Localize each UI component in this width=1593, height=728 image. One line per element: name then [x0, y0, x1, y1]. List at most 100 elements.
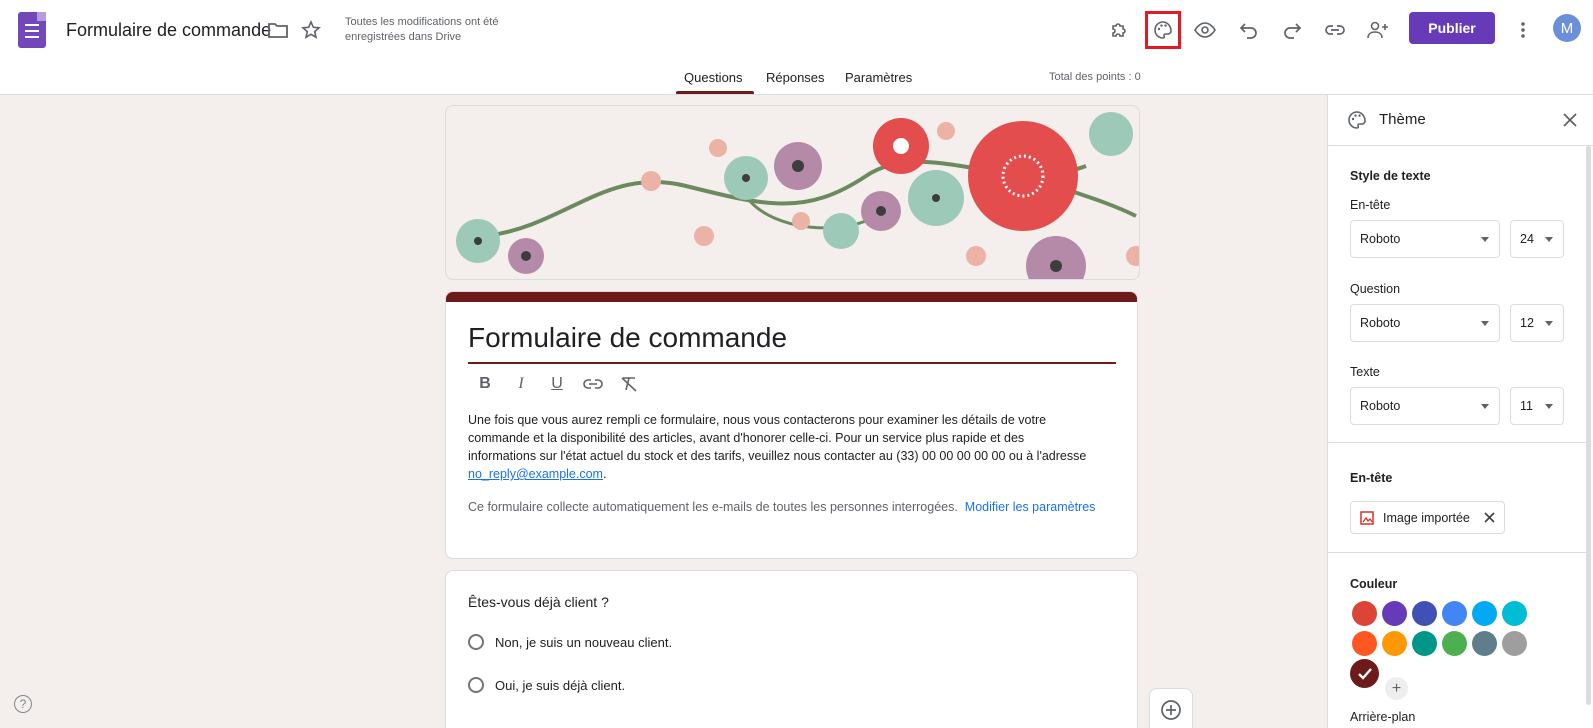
remove-image-icon[interactable] — [1484, 512, 1495, 523]
header-size-select[interactable]: 24 — [1510, 220, 1564, 258]
palette-highlight-box — [1145, 11, 1181, 49]
active-tab-indicator — [676, 91, 754, 94]
forms-logo-icon[interactable] — [18, 12, 46, 48]
theme-panel: Thème Style de texte En-tête Roboto 24 Q… — [1327, 95, 1593, 728]
undo-icon[interactable] — [1237, 18, 1261, 42]
text-font-select[interactable]: Roboto — [1350, 387, 1500, 425]
header-font-value: Roboto — [1360, 232, 1401, 246]
text-font-label: Texte — [1350, 365, 1380, 379]
dropdown-arrow-icon — [1481, 321, 1489, 326]
insert-link-icon[interactable] — [580, 372, 606, 396]
link-icon[interactable] — [1323, 18, 1347, 42]
color-swatch[interactable] — [1502, 601, 1527, 626]
add-custom-color-button[interactable]: + — [1385, 677, 1408, 700]
color-swatch[interactable] — [1412, 601, 1437, 626]
form-description[interactable]: Une fois que vous aurez rempli ce formul… — [468, 411, 1088, 483]
header-banner-image — [445, 105, 1140, 280]
check-icon — [1358, 668, 1372, 680]
option-label: Non, je suis un nouveau client. — [495, 634, 673, 650]
color-swatch[interactable] — [1442, 601, 1467, 626]
question-font-value: Roboto — [1360, 316, 1401, 330]
tab-settings[interactable]: Paramètres — [845, 70, 912, 85]
dropdown-arrow-icon — [1481, 237, 1489, 242]
dropdown-arrow-icon — [1545, 404, 1553, 409]
color-swatch[interactable] — [1472, 601, 1497, 626]
header-image-section-label: En-tête — [1350, 471, 1393, 485]
radio-icon[interactable] — [468, 677, 484, 693]
question-font-label: Question — [1350, 282, 1401, 296]
underline-icon[interactable]: U — [544, 372, 570, 396]
color-swatch[interactable] — [1442, 631, 1467, 656]
panel-scrollbar[interactable] — [1586, 145, 1591, 705]
add-circle-icon — [1161, 700, 1181, 720]
question-size-value: 12 — [1520, 316, 1534, 330]
header-size-value: 24 — [1520, 232, 1534, 246]
option-new-client[interactable]: Non, je suis un nouveau client. — [468, 634, 672, 650]
modify-settings-link[interactable]: Modifier les paramètres — [965, 500, 1096, 514]
image-icon — [1360, 510, 1374, 525]
radio-icon[interactable] — [468, 634, 484, 650]
text-font-value: Roboto — [1360, 399, 1401, 413]
theme-color-stripe — [446, 292, 1137, 302]
section-divider — [1328, 552, 1586, 553]
preview-eye-icon[interactable] — [1193, 18, 1217, 42]
color-swatch[interactable] — [1412, 631, 1437, 656]
more-options-icon[interactable] — [1513, 18, 1533, 42]
theme-panel-header: Thème — [1328, 95, 1593, 146]
total-points: Total des points : 0 — [1049, 71, 1141, 83]
tab-questions[interactable]: Questions — [684, 70, 743, 85]
theme-panel-title: Thème — [1379, 111, 1426, 128]
clear-formatting-icon[interactable] — [616, 372, 642, 396]
folder-icon[interactable] — [267, 20, 289, 40]
dropdown-arrow-icon — [1545, 321, 1553, 326]
description-end: . — [602, 467, 607, 481]
header-image-name: Image importée — [1383, 510, 1470, 525]
color-swatch[interactable] — [1350, 659, 1379, 688]
text-style-label: Style de texte — [1350, 169, 1431, 183]
text-size-select[interactable]: 11 — [1510, 387, 1564, 425]
italic-icon[interactable]: I — [508, 372, 534, 396]
close-icon[interactable] — [1560, 110, 1580, 130]
document-title[interactable]: Formulaire de commande — [66, 20, 271, 41]
header-font-label: En-tête — [1350, 198, 1391, 212]
publish-button[interactable]: Publier — [1409, 12, 1495, 44]
question-size-select[interactable]: 12 — [1510, 304, 1564, 342]
color-swatch[interactable] — [1382, 601, 1407, 626]
option-label: Oui, je suis déjà client. — [495, 677, 626, 693]
contact-email-link[interactable]: no_reply@example.com — [468, 467, 603, 481]
form-title[interactable]: Formulaire de commande — [468, 322, 787, 354]
add-collaborator-icon[interactable] — [1365, 18, 1391, 42]
redo-icon[interactable] — [1280, 18, 1304, 42]
description-text: Une fois que vous aurez rempli ce formul… — [468, 413, 1087, 463]
background-section-label: Arrière-plan — [1350, 710, 1416, 724]
color-swatch[interactable] — [1472, 631, 1497, 656]
email-collection-notice: Ce formulaire collecte automatiquement l… — [468, 498, 1108, 516]
account-avatar[interactable]: M — [1553, 14, 1581, 42]
question-font-select[interactable]: Roboto — [1350, 304, 1500, 342]
color-swatch[interactable] — [1352, 631, 1377, 656]
header-font-select[interactable]: Roboto — [1350, 220, 1500, 258]
question-title: Êtes-vous déjà client ? — [468, 594, 609, 610]
color-section-label: Couleur — [1350, 577, 1398, 591]
dropdown-arrow-icon — [1481, 404, 1489, 409]
bold-icon[interactable]: B — [472, 372, 498, 396]
section-divider — [1328, 442, 1586, 443]
color-swatch[interactable] — [1502, 631, 1527, 656]
title-underline — [468, 362, 1116, 364]
color-swatch[interactable] — [1382, 631, 1407, 656]
tab-responses[interactable]: Réponses — [766, 70, 825, 85]
addons-puzzle-icon[interactable] — [1107, 18, 1131, 42]
add-question-button[interactable] — [1149, 688, 1193, 728]
top-bar: Formulaire de commande Toutes les modifi… — [0, 0, 1593, 95]
dropdown-arrow-icon — [1545, 237, 1553, 242]
save-status: Toutes les modifications ont été enregis… — [345, 16, 499, 43]
help-icon[interactable]: ? — [14, 695, 32, 713]
color-swatch[interactable] — [1352, 601, 1377, 626]
star-icon[interactable] — [300, 19, 322, 41]
header-image-chip[interactable]: Image importée — [1350, 501, 1505, 534]
palette-icon — [1346, 109, 1368, 131]
collect-notice-text: Ce formulaire collecte automatiquement l… — [468, 500, 958, 514]
option-existing-client[interactable]: Oui, je suis déjà client. — [468, 677, 625, 693]
question-card[interactable]: Êtes-vous déjà client ? Non, je suis un … — [445, 570, 1138, 728]
form-title-card[interactable]: Formulaire de commande B I U Une fois qu… — [445, 291, 1138, 559]
